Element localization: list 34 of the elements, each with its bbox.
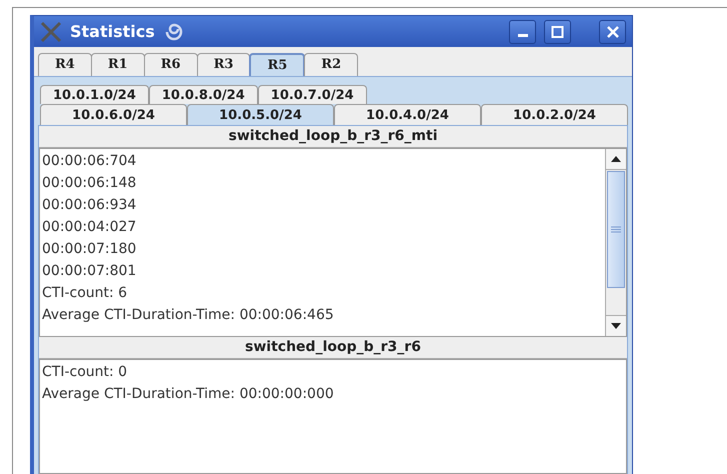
close-icon bbox=[606, 24, 620, 38]
x-logo-icon bbox=[40, 20, 62, 42]
section-header: switched_loop_b_r3_r6_mti bbox=[39, 126, 627, 148]
maximize-button[interactable] bbox=[544, 20, 571, 44]
scrollbar[interactable] bbox=[605, 149, 626, 336]
scroll-thumb[interactable] bbox=[607, 171, 625, 288]
router-tab[interactable]: R4 bbox=[38, 53, 92, 76]
maximize-icon bbox=[550, 24, 564, 38]
stat-line: 00:00:07:801 bbox=[42, 262, 138, 281]
network-tab[interactable]: 10.0.4.0/24 bbox=[334, 104, 481, 125]
stat-line: Average CTI-Duration-Time: 00:00:06:465 bbox=[42, 306, 335, 325]
stat-line: CTI-count: 6 bbox=[42, 284, 128, 303]
network-tab[interactable]: 10.0.1.0/24 bbox=[40, 85, 149, 104]
scroll-down-icon[interactable] bbox=[606, 315, 626, 336]
network-tab[interactable]: 10.0.7.0/24 bbox=[258, 85, 367, 104]
stat-line: CTI-count: 0 bbox=[42, 363, 128, 382]
network-tab[interactable]: 10.0.8.0/24 bbox=[148, 85, 258, 104]
stat-line: 00:00:06:704 bbox=[42, 152, 138, 171]
close-button[interactable] bbox=[599, 20, 626, 44]
network-tab[interactable]: 10.0.5.0/24 bbox=[187, 104, 334, 125]
stat-line: 00:00:06:148 bbox=[42, 174, 138, 193]
stat-line: Average CTI-Duration-Time: 00:00:00:000 bbox=[42, 385, 335, 404]
section-header: switched_loop_b_r3_r6 bbox=[39, 337, 627, 359]
minimize-button[interactable] bbox=[509, 20, 536, 44]
network-tab[interactable]: 10.0.6.0/24 bbox=[40, 104, 187, 125]
minimize-icon bbox=[518, 34, 528, 37]
stat-line: 00:00:06:934 bbox=[42, 196, 138, 215]
scroll-up-icon[interactable] bbox=[606, 149, 626, 170]
router-tab[interactable]: R5 bbox=[249, 53, 306, 76]
network-tab[interactable]: 10.0.2.0/24 bbox=[481, 104, 628, 125]
stat-line: 00:00:07:180 bbox=[42, 240, 138, 259]
window-title: Statistics bbox=[70, 22, 155, 41]
router-tab[interactable]: R2 bbox=[304, 53, 358, 76]
stat-line: 00:00:04:027 bbox=[42, 218, 138, 237]
